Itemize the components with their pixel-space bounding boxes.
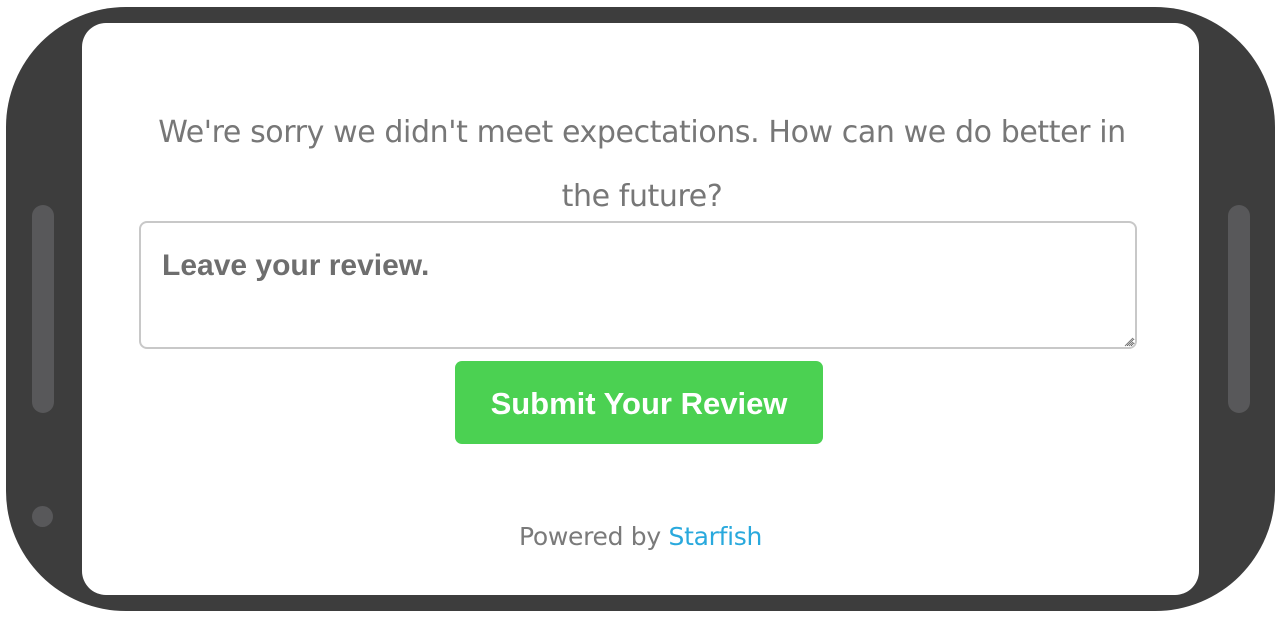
review-textarea[interactable]	[139, 221, 1137, 349]
phone-frame: We're sorry we didn't meet expectations.…	[6, 7, 1275, 611]
starfish-link[interactable]: Starfish	[669, 522, 763, 551]
powered-by-footer: Powered by Starfish	[82, 522, 1199, 551]
resize-grip-icon[interactable]	[1124, 337, 1134, 347]
phone-side-button-right	[1228, 205, 1250, 413]
powered-by-label: Powered by	[518, 522, 661, 551]
submit-review-button[interactable]: Submit Your Review	[455, 361, 823, 444]
camera-icon	[32, 506, 53, 527]
phone-screen: We're sorry we didn't meet expectations.…	[82, 23, 1199, 595]
feedback-question: We're sorry we didn't meet expectations.…	[158, 115, 1126, 214]
phone-side-button-left	[32, 205, 54, 413]
